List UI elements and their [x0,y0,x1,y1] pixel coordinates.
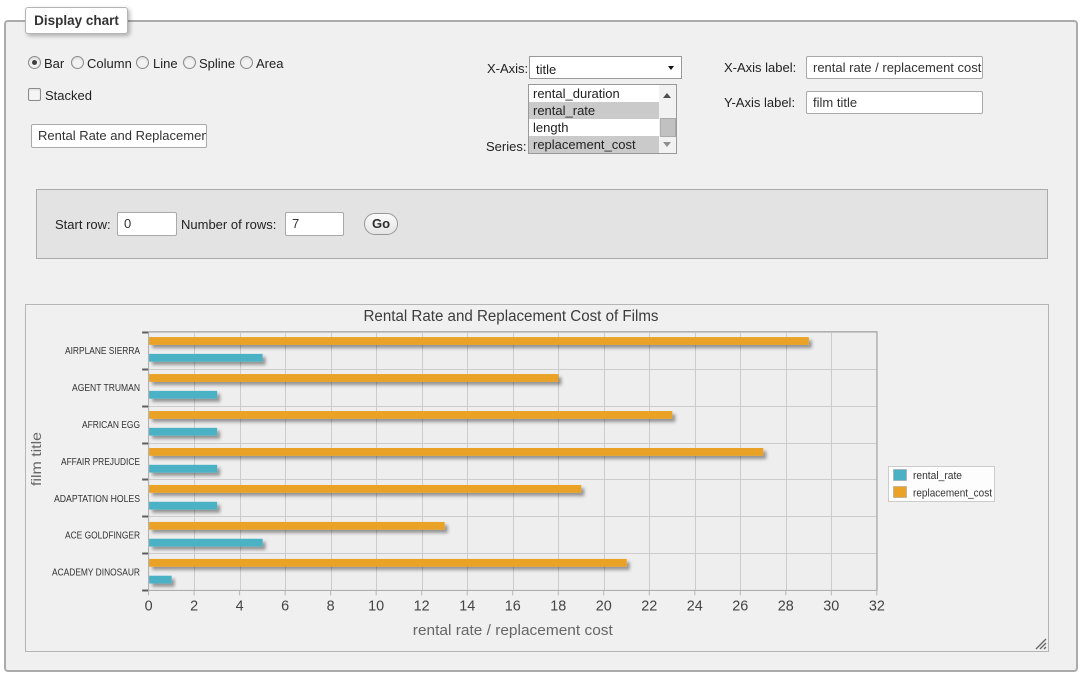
svg-text:ADAPTATION HOLES: ADAPTATION HOLES [54,494,140,505]
svg-text:28: 28 [778,598,794,614]
svg-text:AFRICAN EGG: AFRICAN EGG [82,420,140,431]
svg-text:film title: film title [28,432,44,486]
svg-text:2: 2 [190,598,198,614]
svg-text:replacement_cost: replacement_cost [913,488,992,500]
svg-text:18: 18 [550,598,566,614]
svg-text:14: 14 [459,598,475,614]
svg-text:24: 24 [687,598,703,614]
svg-text:ACADEMY DINOSAUR: ACADEMY DINOSAUR [52,568,140,579]
svg-text:AGENT TRUMAN: AGENT TRUMAN [72,383,140,394]
svg-text:8: 8 [327,598,335,614]
svg-text:16: 16 [505,598,521,614]
svg-text:AIRPLANE SIERRA: AIRPLANE SIERRA [65,346,140,357]
svg-text:20: 20 [596,598,612,614]
svg-text:26: 26 [732,598,748,614]
svg-text:0: 0 [145,598,153,614]
svg-text:22: 22 [641,598,657,614]
svg-text:32: 32 [869,598,885,614]
svg-text:4: 4 [236,598,244,614]
svg-text:30: 30 [823,598,839,614]
svg-text:6: 6 [281,598,289,614]
svg-text:AFFAIR PREJUDICE: AFFAIR PREJUDICE [61,457,140,468]
svg-text:Rental Rate and Replacement Co: Rental Rate and Replacement Cost of Film… [364,308,659,325]
svg-text:10: 10 [368,598,384,614]
svg-text:ACE GOLDFINGER: ACE GOLDFINGER [65,531,140,542]
svg-text:12: 12 [414,598,430,614]
svg-text:rental_rate: rental_rate [913,470,962,482]
svg-text:rental rate / replacement cost: rental rate / replacement cost [413,622,614,639]
